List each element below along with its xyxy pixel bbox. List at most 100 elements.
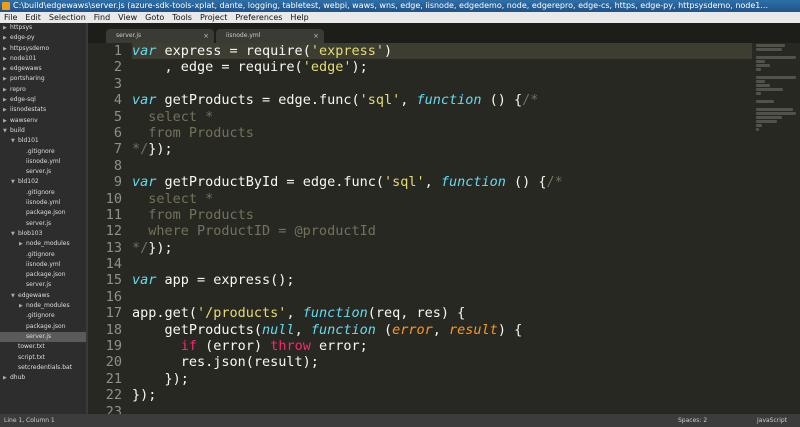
- tree-folder[interactable]: ▶ node_modules: [0, 301, 88, 311]
- code-line[interactable]: });: [132, 371, 752, 387]
- code-line[interactable]: if (error) throw error;: [132, 338, 752, 354]
- tree-file[interactable]: .gitignore: [0, 147, 88, 157]
- code-line[interactable]: from Products: [132, 125, 752, 141]
- tree-folder[interactable]: ▼ build: [0, 126, 88, 136]
- tree-folder[interactable]: ▶ wawsenv: [0, 116, 88, 126]
- collapsed-arrow-icon[interactable]: ▶: [3, 85, 10, 95]
- collapsed-arrow-icon[interactable]: ▶: [3, 64, 10, 74]
- tree-file[interactable]: script.txt: [0, 353, 88, 363]
- tree-folder[interactable]: ▶ repro: [0, 85, 88, 95]
- tree-folder[interactable]: ▶ httpsysdemo: [0, 44, 88, 54]
- tree-folder[interactable]: ▼ bld101: [0, 136, 88, 146]
- collapsed-arrow-icon[interactable]: ▶: [3, 54, 10, 64]
- tree-folder[interactable]: ▶ node101: [0, 54, 88, 64]
- tree-file[interactable]: server.js: [0, 331, 88, 343]
- code-line[interactable]: });: [132, 387, 752, 403]
- code-line[interactable]: where ProductID = @productId: [132, 223, 752, 239]
- code-line[interactable]: */});: [132, 141, 752, 157]
- tree-file[interactable]: package.json: [0, 208, 88, 218]
- line-number-gutter: 1 2 3 4 5 6 7 8 9 10 11 12 13 14 15 16 17 18 19 20 21 22 23: [88, 43, 122, 420]
- collapsed-arrow-icon[interactable]: ▶: [19, 239, 26, 249]
- tree-file[interactable]: package.json: [0, 270, 88, 280]
- minimap-line: [756, 112, 796, 115]
- code-token: result: [449, 321, 498, 338]
- tree-folder[interactable]: ▶ dhub: [0, 373, 88, 383]
- minimap[interactable]: [752, 43, 800, 193]
- collapsed-arrow-icon[interactable]: ▶: [3, 23, 10, 33]
- tree-folder[interactable]: ▼ bld102: [0, 177, 88, 187]
- tree-folder[interactable]: ▼ edgewaws: [0, 291, 88, 301]
- tree-file[interactable]: server.js: [0, 280, 88, 290]
- menu-view[interactable]: View: [114, 12, 141, 23]
- tab-iisnode-yml[interactable]: iisnode.yml ×: [216, 29, 324, 43]
- collapsed-arrow-icon[interactable]: ▶: [3, 105, 10, 115]
- collapsed-arrow-icon[interactable]: ▶: [3, 74, 10, 84]
- menu-edit[interactable]: Edit: [21, 12, 45, 23]
- tab-server-js[interactable]: server.js ×: [106, 29, 214, 43]
- menu-file[interactable]: File: [0, 12, 21, 23]
- code-line[interactable]: getProducts(null, function (error, resul…: [132, 322, 752, 338]
- tree-file[interactable]: iisnode.yml: [0, 260, 88, 270]
- tree-file[interactable]: package.json: [0, 322, 88, 332]
- code-line[interactable]: [132, 76, 752, 92]
- expanded-arrow-icon[interactable]: ▼: [11, 291, 18, 301]
- tree-folder[interactable]: ▶ iisnodestats: [0, 105, 88, 115]
- code-line[interactable]: [132, 289, 752, 305]
- code-line[interactable]: var getProducts = edge.func('sql', funct…: [132, 92, 752, 108]
- code-line[interactable]: [132, 256, 752, 272]
- code-token: function: [310, 321, 376, 338]
- tree-file[interactable]: .gitignore: [0, 250, 88, 260]
- tree-file[interactable]: .gitignore: [0, 311, 88, 321]
- code-token: (: [375, 321, 393, 338]
- code-area[interactable]: var express = require('express') , edge …: [132, 43, 752, 414]
- menu-tools[interactable]: Tools: [168, 12, 196, 23]
- tree-file[interactable]: setcredentials.bat: [0, 363, 88, 373]
- code-line[interactable]: app.get('/products', function(req, res) …: [132, 305, 752, 321]
- code-line[interactable]: var express = require('express'): [132, 43, 752, 60]
- code-line[interactable]: var app = express();: [132, 272, 752, 288]
- collapsed-arrow-icon[interactable]: ▶: [3, 373, 10, 383]
- collapsed-arrow-icon[interactable]: ▶: [3, 95, 10, 105]
- code-line[interactable]: */});: [132, 240, 752, 256]
- code-line[interactable]: select *: [132, 109, 752, 125]
- expanded-arrow-icon[interactable]: ▼: [3, 126, 10, 136]
- sublime-app-icon: [2, 2, 10, 10]
- tree-file[interactable]: tower.txt: [0, 342, 88, 352]
- tree-folder[interactable]: ▶ edge-sql: [0, 95, 88, 105]
- expanded-arrow-icon[interactable]: ▼: [11, 136, 18, 146]
- code-line[interactable]: res.json(result);: [132, 354, 752, 370]
- tree-file[interactable]: server.js: [0, 167, 88, 177]
- collapsed-arrow-icon[interactable]: ▶: [3, 33, 10, 43]
- menu-preferences[interactable]: Preferences: [231, 12, 286, 23]
- close-icon[interactable]: ×: [203, 29, 209, 43]
- menu-project[interactable]: Project: [196, 12, 231, 23]
- indentation-setting[interactable]: Spaces: 2: [678, 414, 707, 427]
- expanded-arrow-icon[interactable]: ▼: [11, 177, 18, 187]
- menu-find[interactable]: Find: [90, 12, 114, 23]
- menu-selection[interactable]: Selection: [45, 12, 90, 23]
- menu-goto[interactable]: Goto: [141, 12, 168, 23]
- menu-help[interactable]: Help: [286, 12, 312, 23]
- syntax-mode[interactable]: JavaScript: [757, 414, 787, 427]
- tree-file[interactable]: server.js: [0, 219, 88, 229]
- tree-file[interactable]: .gitignore: [0, 188, 88, 198]
- collapsed-arrow-icon[interactable]: ▶: [19, 301, 26, 311]
- tree-folder[interactable]: ▶ portsharing: [0, 74, 88, 84]
- tree-folder[interactable]: ▼ blob103: [0, 229, 88, 239]
- code-line[interactable]: [132, 158, 752, 174]
- collapsed-arrow-icon[interactable]: ▶: [3, 116, 10, 126]
- code-line[interactable]: from Products: [132, 207, 752, 223]
- tree-folder[interactable]: ▶ edgewaws: [0, 64, 88, 74]
- collapsed-arrow-icon[interactable]: ▶: [3, 44, 10, 54]
- code-line[interactable]: , edge = require('edge');: [132, 59, 752, 75]
- code-line[interactable]: select *: [132, 191, 752, 207]
- tree-file[interactable]: iisnode.yml: [0, 157, 88, 167]
- code-line[interactable]: var getProductById = edge.func('sql', fu…: [132, 174, 752, 190]
- code-editor[interactable]: 1 2 3 4 5 6 7 8 9 10 11 12 13 14 15 16 17 18 19 20 21 22 23 va…: [88, 43, 800, 420]
- tree-folder[interactable]: ▶ edge-py: [0, 33, 88, 43]
- tree-folder[interactable]: ▶ node_modules: [0, 239, 88, 249]
- tree-folder[interactable]: ▶ httpsys: [0, 23, 88, 33]
- expanded-arrow-icon[interactable]: ▼: [11, 229, 18, 239]
- tree-file[interactable]: iisnode.yml: [0, 198, 88, 208]
- close-icon[interactable]: ×: [313, 29, 319, 43]
